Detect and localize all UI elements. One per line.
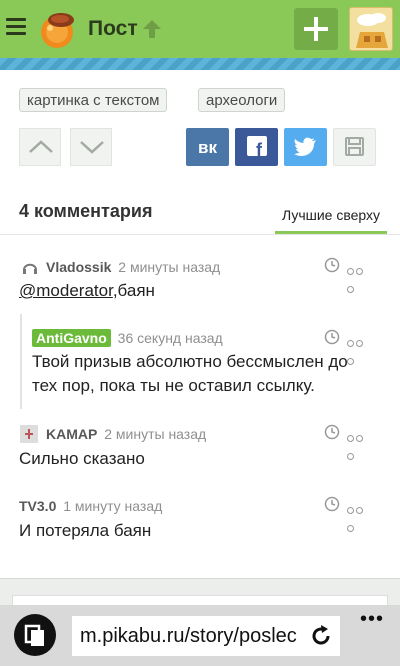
comment-author[interactable]: KAMAP [46, 426, 97, 442]
tag-picture-with-text[interactable]: картинка с текстом [19, 88, 168, 112]
comment-text: И потеряла баян [19, 521, 152, 540]
clock-icon[interactable] [324, 424, 340, 440]
tag-archeologists[interactable]: археологи [198, 88, 286, 112]
save-icon [345, 137, 364, 156]
vote-down-button[interactable] [70, 128, 112, 166]
user-avatar-icon [20, 425, 38, 443]
comment-text: @moderator,баян [19, 281, 155, 300]
chevron-up-icon [29, 140, 53, 153]
reply-thread-line [20, 314, 22, 409]
comment-author[interactable]: TV3.0 [19, 498, 56, 514]
more-options-icon[interactable] [347, 262, 373, 293]
top-bar: Пост [0, 0, 400, 58]
divider [0, 234, 400, 235]
browser-more-menu[interactable]: ••• [360, 608, 384, 631]
comment-text: Сильно сказано [19, 449, 145, 468]
mention-link[interactable]: @moderator [19, 281, 113, 300]
pikabu-logo[interactable] [36, 8, 78, 50]
more-options-icon[interactable] [347, 429, 373, 460]
svg-text:вк: вк [198, 138, 217, 157]
headphones-avatar-icon [23, 263, 37, 274]
comment-author[interactable]: Vladossik [46, 259, 111, 275]
twitter-icon [294, 137, 316, 156]
page-title: Пост [88, 17, 138, 40]
vk-icon: вк [198, 138, 217, 157]
tabs-icon [24, 624, 44, 646]
tabs-button[interactable] [14, 614, 56, 656]
comment-time: 1 минуту назад [63, 498, 163, 514]
arrow-up-icon[interactable] [142, 18, 162, 40]
comment-time: 2 минуты назад [104, 426, 207, 442]
comment-text: Твой призыв абсолютно бессмыслен до тех … [32, 352, 348, 395]
clock-icon[interactable] [324, 496, 340, 512]
header-stripe [0, 58, 400, 70]
more-options-icon[interactable] [347, 501, 373, 532]
share-twitter-button[interactable] [284, 128, 327, 166]
sort-best-first-tab[interactable]: Лучшие сверху [275, 196, 387, 234]
comment-header: Vladossik 2 минуты назад [46, 259, 220, 275]
vote-up-button[interactable] [19, 128, 61, 166]
chevron-down-icon [80, 141, 104, 154]
reload-icon[interactable] [309, 624, 333, 648]
comment-header: AntiGavno 36 секунд назад [32, 329, 223, 347]
comment-time: 2 минуты назад [118, 259, 221, 275]
svg-text:f: f [256, 140, 263, 160]
share-vk-button[interactable]: вк [186, 128, 229, 166]
facebook-icon: f [247, 136, 267, 160]
comment-header: TV3.0 1 минуту назад [19, 498, 162, 514]
comments-count: 4 комментария [19, 201, 153, 221]
clock-icon[interactable] [324, 257, 340, 273]
comment-header: KAMAP 2 минуты назад [46, 426, 206, 442]
add-post-button[interactable] [294, 8, 338, 50]
comment-time: 36 секунд назад [117, 330, 223, 346]
more-options-icon[interactable] [347, 334, 373, 365]
comment-author-op-badge[interactable]: AntiGavno [32, 329, 111, 347]
share-facebook-button[interactable]: f [235, 128, 278, 166]
user-avatar[interactable] [349, 7, 393, 51]
clock-icon[interactable] [324, 329, 340, 345]
menu-icon[interactable] [6, 18, 26, 38]
save-post-button[interactable] [333, 128, 376, 166]
address-bar[interactable]: m.pikabu.ru/story/poslec [72, 616, 340, 656]
